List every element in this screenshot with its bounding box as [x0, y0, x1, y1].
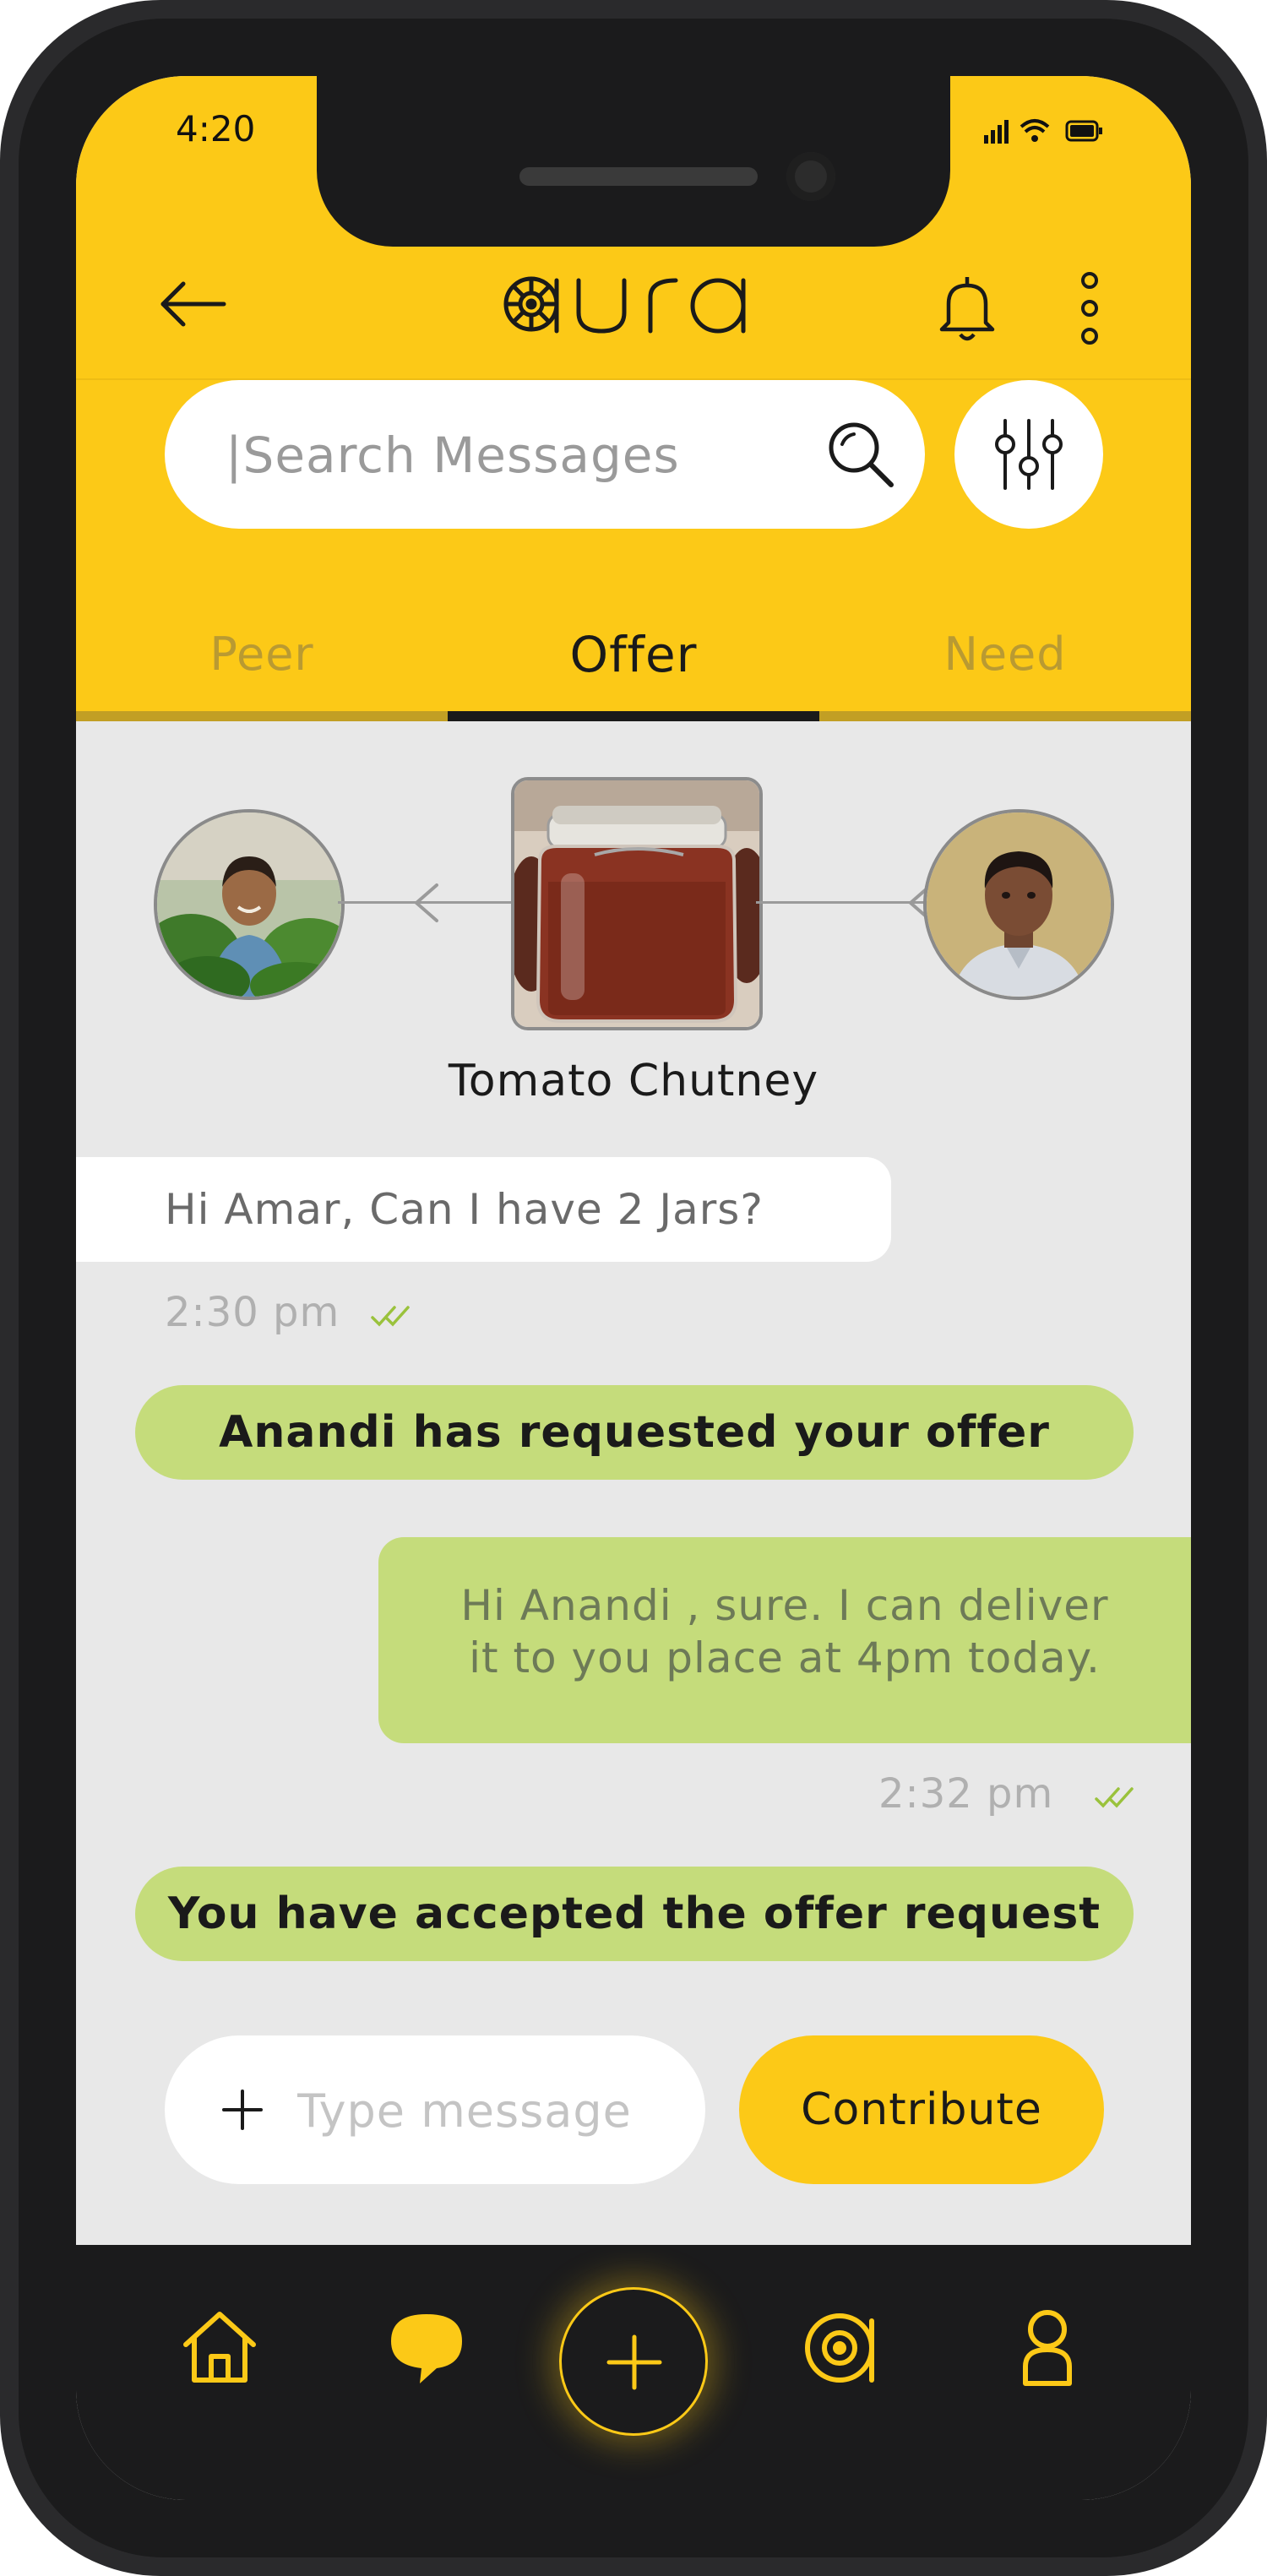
outgoing-line-1: Hi Anandi , sure. I can deliver — [460, 1581, 1109, 1630]
outgoing-timestamp: 2:32 pm — [878, 1770, 1144, 1818]
app-header — [76, 236, 1191, 363]
status-time: 4:20 — [176, 108, 256, 149]
search-icon[interactable] — [825, 419, 896, 490]
timestamp-text: 2:32 pm — [878, 1770, 1054, 1818]
nav-profile[interactable] — [997, 2296, 1098, 2397]
tab-bar: Peer Offer Need — [76, 617, 1191, 718]
double-check-icon — [370, 1306, 410, 1327]
top-panel: 4:20 |Search Messages Peer Offer Need — [76, 76, 1191, 718]
sliders-icon — [995, 419, 1063, 490]
filter-button[interactable] — [954, 380, 1103, 529]
tab-offer[interactable]: Offer — [448, 617, 819, 718]
system-icons — [984, 113, 1111, 147]
add-icon — [606, 2334, 662, 2390]
system-message-accepted: You have accepted the offer request — [135, 1867, 1134, 1961]
tab-need[interactable]: Need — [819, 617, 1191, 718]
message-input[interactable] — [296, 2068, 679, 2154]
add-button[interactable] — [559, 2287, 708, 2436]
search-input[interactable] — [224, 412, 785, 498]
home-icon — [183, 2312, 256, 2383]
system-message-request: Anandi has requested your offer — [135, 1385, 1134, 1480]
aura-logo — [503, 253, 764, 346]
attach-button[interactable] — [215, 2083, 269, 2137]
chat-icon — [391, 2314, 462, 2383]
outgoing-message: Hi Anandi , sure. I can deliver it to yo… — [378, 1537, 1191, 1743]
nav-home[interactable] — [169, 2296, 270, 2397]
bell-icon — [939, 277, 995, 341]
speaker-grille — [519, 167, 758, 186]
timestamp-text: 2:30 pm — [165, 1289, 340, 1336]
arrow-left-icon — [415, 883, 438, 922]
more-vertical-icon — [1081, 272, 1098, 345]
search-bar — [165, 380, 925, 529]
woman-farmer-photo — [157, 812, 341, 997]
contribute-button[interactable]: Contribute — [739, 2035, 1104, 2184]
man-portrait-photo — [927, 812, 1111, 997]
incoming-message: Hi Amar, Can I have 2 Jars? — [76, 1157, 891, 1262]
requester-avatar[interactable] — [154, 809, 345, 1000]
product-image[interactable] — [511, 777, 763, 1030]
nav-aura[interactable] — [792, 2296, 894, 2397]
chutney-jar-photo — [514, 780, 759, 1027]
arrow-left-icon — [160, 281, 226, 327]
outgoing-line-2: it to you place at 4pm today. — [469, 1633, 1101, 1682]
aura-logo-icon — [503, 276, 746, 334]
bottom-nav — [76, 2245, 1191, 2500]
camera-notch — [317, 76, 950, 247]
phone-frame: 4:20 |Search Messages Peer Offer Need To… — [0, 0, 1267, 2576]
incoming-timestamp: 2:30 pm — [165, 1289, 420, 1336]
double-check-icon — [1094, 1787, 1134, 1808]
offerer-avatar[interactable] — [923, 809, 1114, 1000]
back-button[interactable] — [156, 270, 232, 338]
tab-peer[interactable]: Peer — [76, 617, 448, 718]
profile-icon — [1023, 2310, 1072, 2386]
front-camera — [786, 152, 835, 201]
message-composer — [165, 2035, 705, 2184]
plus-icon — [222, 2090, 263, 2130]
aura-icon — [805, 2313, 874, 2383]
offer-flow: Tomato Chutney — [76, 777, 1191, 1132]
product-name: Tomato Chutney — [448, 1056, 819, 1106]
more-menu-button[interactable] — [1073, 270, 1107, 345]
app-screen: 4:20 |Search Messages Peer Offer Need To… — [76, 76, 1191, 2500]
notifications-button[interactable] — [933, 270, 1001, 341]
nav-messages[interactable] — [376, 2296, 477, 2397]
signal-wifi-battery-icon — [984, 119, 1102, 144]
active-tab-indicator — [448, 711, 819, 721]
